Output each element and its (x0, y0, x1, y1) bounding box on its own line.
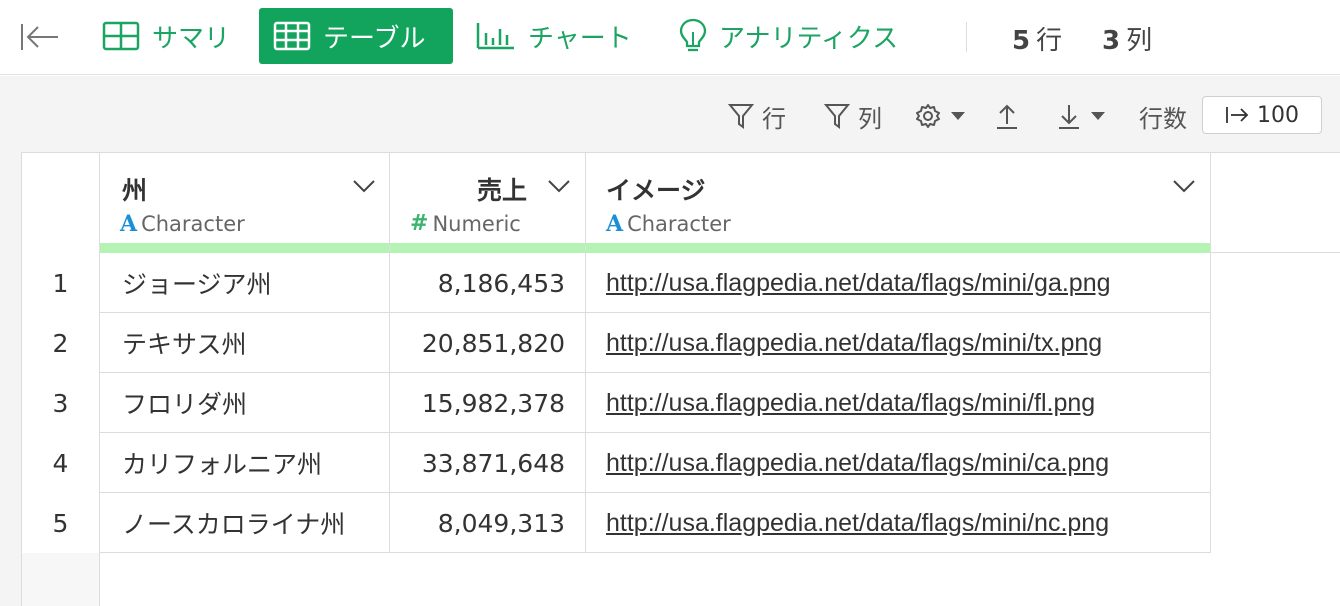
grid-icon (102, 21, 140, 51)
column-quality-bar (586, 243, 1210, 253)
filter-columns-label: 列 (858, 104, 882, 133)
table-icon (273, 21, 311, 51)
table-row: 5 ノースカロライナ州 8,049,313 http://usa.flagped… (22, 493, 1211, 553)
cell-state: ノースカロライナ州 (100, 493, 390, 553)
tab-analytics-label: アナリティクス (719, 23, 899, 54)
cell-sales: 33,871,648 (390, 433, 586, 493)
column-header-state[interactable]: 州 A Character (100, 153, 390, 253)
row-number: 2 (22, 313, 100, 373)
image-link[interactable]: http://usa.flagpedia.net/data/flags/mini… (606, 329, 1102, 358)
column-count: 3 列 (1102, 20, 1152, 57)
cell-sales: 8,049,313 (390, 493, 586, 553)
cell-image: http://usa.flagpedia.net/data/flags/mini… (586, 253, 1211, 313)
image-link[interactable]: http://usa.flagpedia.net/data/flags/mini… (606, 509, 1109, 538)
filter-icon (824, 104, 850, 129)
column-name: 売上 (476, 176, 527, 205)
header-filler (1211, 153, 1340, 253)
tab-chart-label: チャート (528, 23, 632, 54)
column-quality-bar (390, 243, 585, 253)
caret-down-icon (951, 112, 965, 120)
row-number-header (22, 153, 100, 253)
row-count-value: 5 (1012, 26, 1031, 56)
rows-limit-button[interactable]: 100 (1202, 96, 1322, 134)
gear-icon (916, 104, 940, 128)
caret-down-icon (1091, 112, 1105, 120)
column-name: イメージ (606, 176, 706, 205)
table-row: 4 カリフォルニア州 33,871,648 http://usa.flagped… (22, 433, 1211, 493)
chevron-down-icon[interactable] (352, 179, 376, 193)
cell-sales: 8,186,453 (390, 253, 586, 313)
rows-limit-value: 100 (1257, 102, 1299, 128)
column-count-value: 3 (1102, 26, 1121, 56)
settings-dropdown[interactable] (914, 97, 966, 135)
image-link[interactable]: http://usa.flagpedia.net/data/flags/mini… (606, 389, 1095, 418)
column-type: # Numeric (410, 211, 521, 236)
table-row: 1 ジョージア州 8,186,453 http://usa.flagpedia.… (22, 253, 1211, 313)
tab-summary[interactable]: サマリ (88, 8, 244, 64)
row-count-unit: 行 (1036, 26, 1063, 56)
column-type: A Character (120, 211, 245, 237)
table-row: 2 テキサス州 20,851,820 http://usa.flagpedia.… (22, 313, 1211, 373)
image-link[interactable]: http://usa.flagpedia.net/data/flags/mini… (606, 449, 1109, 478)
collapse-panel-button[interactable] (20, 22, 60, 52)
column-header-sales[interactable]: 売上 # Numeric (390, 153, 586, 253)
filter-rows-label: 行 (762, 104, 786, 133)
character-type-icon: A (120, 211, 138, 237)
filter-columns-button[interactable]: 列 (824, 97, 882, 135)
row-number: 1 (22, 253, 100, 313)
arrow-up-icon (997, 104, 1017, 129)
tab-table-label: テーブル (323, 23, 426, 54)
row-number: 4 (22, 433, 100, 493)
column-type: A Character (606, 211, 731, 237)
chevron-down-icon[interactable] (1172, 179, 1196, 193)
table-row: 3 フロリダ州 15,982,378 http://usa.flagpedia.… (22, 373, 1211, 433)
tab-summary-label: サマリ (152, 23, 231, 54)
divider (966, 22, 967, 52)
cell-sales: 15,982,378 (390, 373, 586, 433)
cell-state: ジョージア州 (100, 253, 390, 313)
cell-state: テキサス州 (100, 313, 390, 373)
sort-ascending-button[interactable] (994, 97, 1020, 135)
data-table: 州 A Character 売上 # Numeric イメージ A Charac… (21, 152, 1340, 606)
view-tabs-bar: サマリ テーブル チャート アナリティクス 5 行 3 列 (0, 0, 1340, 75)
collapse-left-icon (21, 24, 58, 50)
filter-rows-button[interactable]: 行 (728, 97, 786, 135)
row-number: 5 (22, 493, 100, 553)
bar-chart-icon (476, 23, 514, 50)
sort-descending-dropdown[interactable] (1056, 97, 1106, 135)
arrow-to-right-icon (1226, 107, 1249, 123)
arrow-down-icon (1059, 105, 1079, 129)
cell-image: http://usa.flagpedia.net/data/flags/mini… (586, 313, 1211, 373)
lightbulb-icon (679, 18, 707, 52)
character-type-icon: A (606, 211, 624, 237)
cell-image: http://usa.flagpedia.net/data/flags/mini… (586, 493, 1211, 553)
cell-image: http://usa.flagpedia.net/data/flags/mini… (586, 433, 1211, 493)
row-number: 3 (22, 373, 100, 433)
cell-sales: 20,851,820 (390, 313, 586, 373)
tab-table[interactable]: テーブル (259, 8, 453, 64)
column-type-label: Numeric (432, 211, 521, 236)
row-count: 5 行 (1012, 20, 1062, 57)
chevron-down-icon[interactable] (547, 179, 571, 193)
image-link[interactable]: http://usa.flagpedia.net/data/flags/mini… (606, 269, 1111, 298)
column-count-unit: 列 (1126, 26, 1153, 56)
cell-state: カリフォルニア州 (100, 433, 390, 493)
column-type-label: Character (141, 212, 245, 236)
column-type-label: Character (627, 212, 731, 236)
column-header-image[interactable]: イメージ A Character (586, 153, 1211, 253)
tab-analytics[interactable]: アナリティクス (665, 8, 912, 64)
table-body: 1 ジョージア州 8,186,453 http://usa.flagpedia.… (22, 253, 1211, 553)
numeric-type-icon: # (410, 211, 429, 236)
rows-limit-label: 行数 (1139, 105, 1187, 133)
filter-icon (728, 104, 754, 129)
column-name: 州 (122, 176, 148, 205)
cell-state: フロリダ州 (100, 373, 390, 433)
column-quality-bar (100, 243, 389, 253)
tab-chart[interactable]: チャート (462, 8, 646, 64)
cell-image: http://usa.flagpedia.net/data/flags/mini… (586, 373, 1211, 433)
